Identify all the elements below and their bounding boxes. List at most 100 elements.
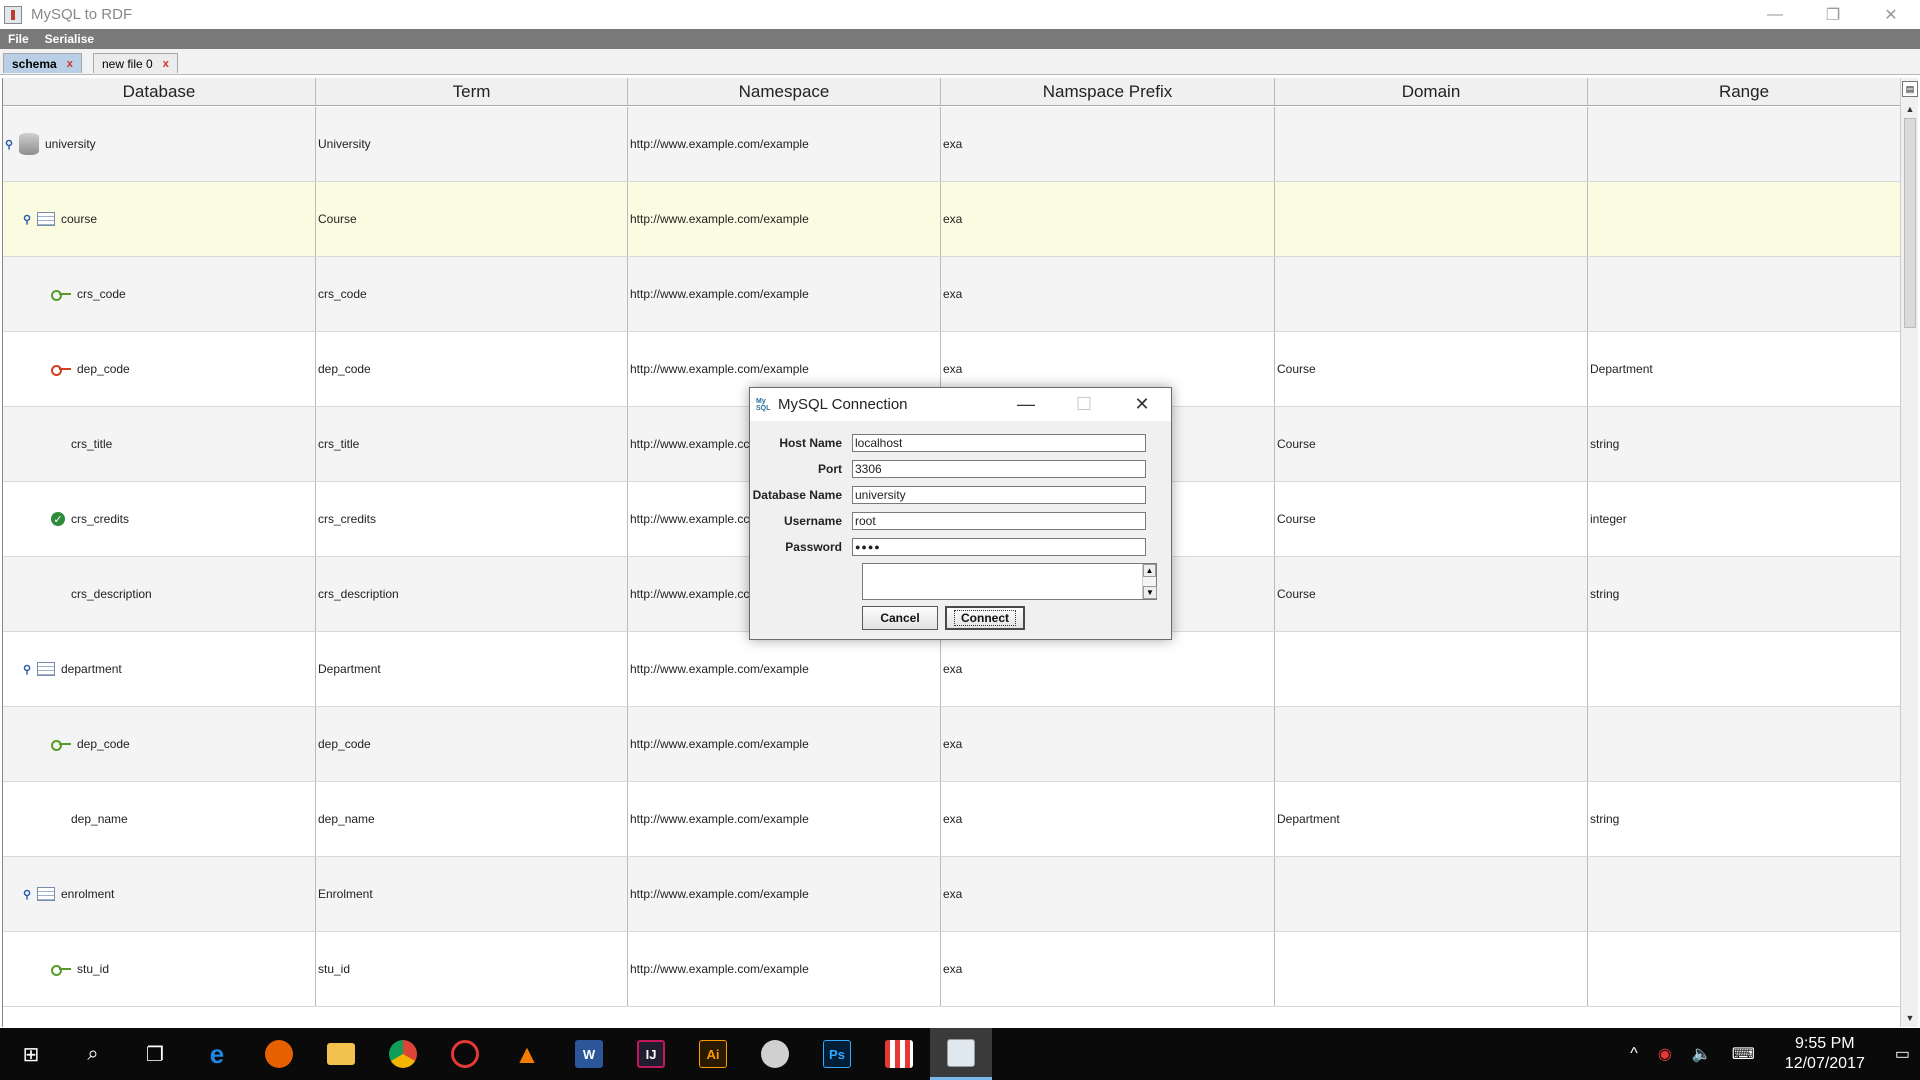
cell-term[interactable]: dep_code	[316, 332, 628, 406]
dialog-minimize-button[interactable]: —	[997, 388, 1055, 421]
cancel-button[interactable]: Cancel	[862, 606, 938, 630]
cell-domain[interactable]	[1275, 857, 1588, 931]
cell-namespace-prefix[interactable]: exa	[941, 107, 1275, 181]
cell-namespace[interactable]: http://www.example.com/example	[628, 857, 941, 931]
scroll-up-arrow-icon[interactable]: ▲	[1143, 564, 1156, 577]
cell-namespace-prefix[interactable]: exa	[941, 632, 1275, 706]
database-name-input[interactable]: university	[852, 485, 1146, 504]
cell-namespace[interactable]: http://www.example.com/example	[628, 257, 941, 331]
column-header-domain[interactable]: Domain	[1275, 78, 1588, 106]
app-red-gear-icon[interactable]	[434, 1028, 496, 1080]
java-app-taskbar-icon[interactable]	[930, 1028, 992, 1080]
table-row[interactable]: dep_code dep_code http://www.example.com/e…	[3, 707, 1900, 782]
table-row[interactable]: stu_id stu_id http://www.example.com/examp…	[3, 932, 1900, 1007]
cell-term[interactable]: Department	[316, 632, 628, 706]
cell-namespace-prefix[interactable]: exa	[941, 782, 1275, 856]
table-row[interactable]: ⚲ university University http://www.example.…	[3, 107, 1900, 182]
cell-domain[interactable]: Course	[1275, 557, 1588, 631]
cell-range[interactable]	[1588, 707, 1900, 781]
cell-namespace-prefix[interactable]: exa	[941, 257, 1275, 331]
cell-range[interactable]	[1588, 932, 1900, 1006]
cell-range[interactable]: integer	[1588, 482, 1900, 556]
cell-term[interactable]: crs_description	[316, 557, 628, 631]
cell-database[interactable]: dep_code	[3, 707, 316, 781]
tree-expand-icon[interactable]: ⚲	[23, 888, 31, 901]
chrome-icon[interactable]	[372, 1028, 434, 1080]
restore-button[interactable]: ❐	[1804, 0, 1862, 29]
popcorn-icon[interactable]	[868, 1028, 930, 1080]
word-icon[interactable]: W	[558, 1028, 620, 1080]
clock[interactable]: 9:55 PM 12/07/2017	[1765, 1034, 1885, 1074]
cell-range[interactable]: string	[1588, 782, 1900, 856]
close-button[interactable]: ✕	[1862, 0, 1920, 29]
column-header-namespace[interactable]: Namespace	[628, 78, 941, 106]
file-explorer-icon[interactable]	[310, 1028, 372, 1080]
column-header-database[interactable]: Database	[3, 78, 316, 106]
cell-database[interactable]: crs_code	[3, 257, 316, 331]
table-row[interactable]: dep_name dep_name http://www.example.com/e…	[3, 782, 1900, 857]
cell-database[interactable]: ⚲ enrolment	[3, 857, 316, 931]
cell-domain[interactable]: Course	[1275, 332, 1588, 406]
cell-database[interactable]: stu_id	[3, 932, 316, 1006]
cell-term[interactable]: stu_id	[316, 932, 628, 1006]
cell-term[interactable]: dep_code	[316, 707, 628, 781]
volume-icon[interactable]: 🔈	[1682, 1044, 1722, 1064]
scroll-up-arrow-icon[interactable]: ▲	[1902, 102, 1918, 116]
table-row[interactable]: crs_code crs_code http://www.example.com/e…	[3, 257, 1900, 332]
cell-namespace-prefix[interactable]: exa	[941, 932, 1275, 1006]
intellij-icon[interactable]: IJ	[620, 1028, 682, 1080]
tree-expand-icon[interactable]: ⚲	[5, 138, 13, 151]
cell-namespace[interactable]: http://www.example.com/example	[628, 107, 941, 181]
cell-database[interactable]: crs_title	[3, 407, 316, 481]
cell-term[interactable]: crs_credits	[316, 482, 628, 556]
text-area-scrollbar[interactable]: ▲ ▼	[1142, 564, 1157, 599]
cell-namespace-prefix[interactable]: exa	[941, 857, 1275, 931]
cell-database[interactable]: dep_code	[3, 332, 316, 406]
cell-domain[interactable]	[1275, 632, 1588, 706]
cell-term[interactable]: crs_code	[316, 257, 628, 331]
search-icon[interactable]: ⌕	[62, 1028, 124, 1080]
cell-namespace-prefix[interactable]: exa	[941, 182, 1275, 256]
snipping-tool-icon[interactable]	[744, 1028, 806, 1080]
cell-range[interactable]	[1588, 632, 1900, 706]
password-input[interactable]: ●●●●	[852, 537, 1146, 556]
cell-database[interactable]: dep_name	[3, 782, 316, 856]
cell-range[interactable]	[1588, 257, 1900, 331]
table-row[interactable]: ⚲ enrolment Enrolment http://www.example.co…	[3, 857, 1900, 932]
cell-term[interactable]: crs_title	[316, 407, 628, 481]
column-header-term[interactable]: Term	[316, 78, 628, 106]
connect-button[interactable]: Connect	[945, 606, 1025, 630]
scroll-down-arrow-icon[interactable]: ▼	[1902, 1011, 1918, 1025]
cell-domain[interactable]	[1275, 182, 1588, 256]
cell-domain[interactable]: Course	[1275, 482, 1588, 556]
table-row[interactable]: ⚲ department Department http://www.example.…	[3, 632, 1900, 707]
tab-new-file[interactable]: new file 0 x	[93, 53, 178, 73]
cell-namespace[interactable]: http://www.example.com/example	[628, 182, 941, 256]
username-input[interactable]: root	[852, 511, 1146, 530]
cell-domain[interactable]	[1275, 707, 1588, 781]
keyboard-icon[interactable]: ⌨	[1722, 1044, 1765, 1064]
vlc-icon[interactable]: ▲	[496, 1028, 558, 1080]
cell-term[interactable]: dep_name	[316, 782, 628, 856]
cell-domain[interactable]: Department	[1275, 782, 1588, 856]
scroll-down-arrow-icon[interactable]: ▼	[1143, 586, 1157, 599]
port-input[interactable]: 3306	[852, 459, 1146, 478]
cell-range[interactable]	[1588, 182, 1900, 256]
cell-namespace[interactable]: http://www.example.com/example	[628, 782, 941, 856]
windows-start-icon[interactable]: ⊞	[0, 1028, 62, 1080]
tree-expand-icon[interactable]: ⚲	[23, 663, 31, 676]
cell-domain[interactable]	[1275, 107, 1588, 181]
action-center-icon[interactable]: ▭	[1885, 1044, 1920, 1064]
column-header-namespace-prefix[interactable]: Namspace Prefix	[941, 78, 1275, 106]
cell-range[interactable]	[1588, 857, 1900, 931]
tab-schema[interactable]: schema x	[3, 53, 82, 73]
cell-database[interactable]: ✓ crs_credits	[3, 482, 316, 556]
scroll-thumb[interactable]	[1904, 118, 1916, 328]
host-name-input[interactable]: localhost	[852, 433, 1146, 452]
cell-namespace[interactable]: http://www.example.com/example	[628, 632, 941, 706]
show-hidden-icons-chevron-icon[interactable]: ^	[1620, 1045, 1648, 1063]
edge-browser-icon[interactable]: e	[186, 1028, 248, 1080]
column-header-range[interactable]: Range	[1588, 78, 1900, 106]
cell-database[interactable]: ⚲ department	[3, 632, 316, 706]
status-text-area[interactable]: ▲ ▼	[862, 563, 1157, 600]
